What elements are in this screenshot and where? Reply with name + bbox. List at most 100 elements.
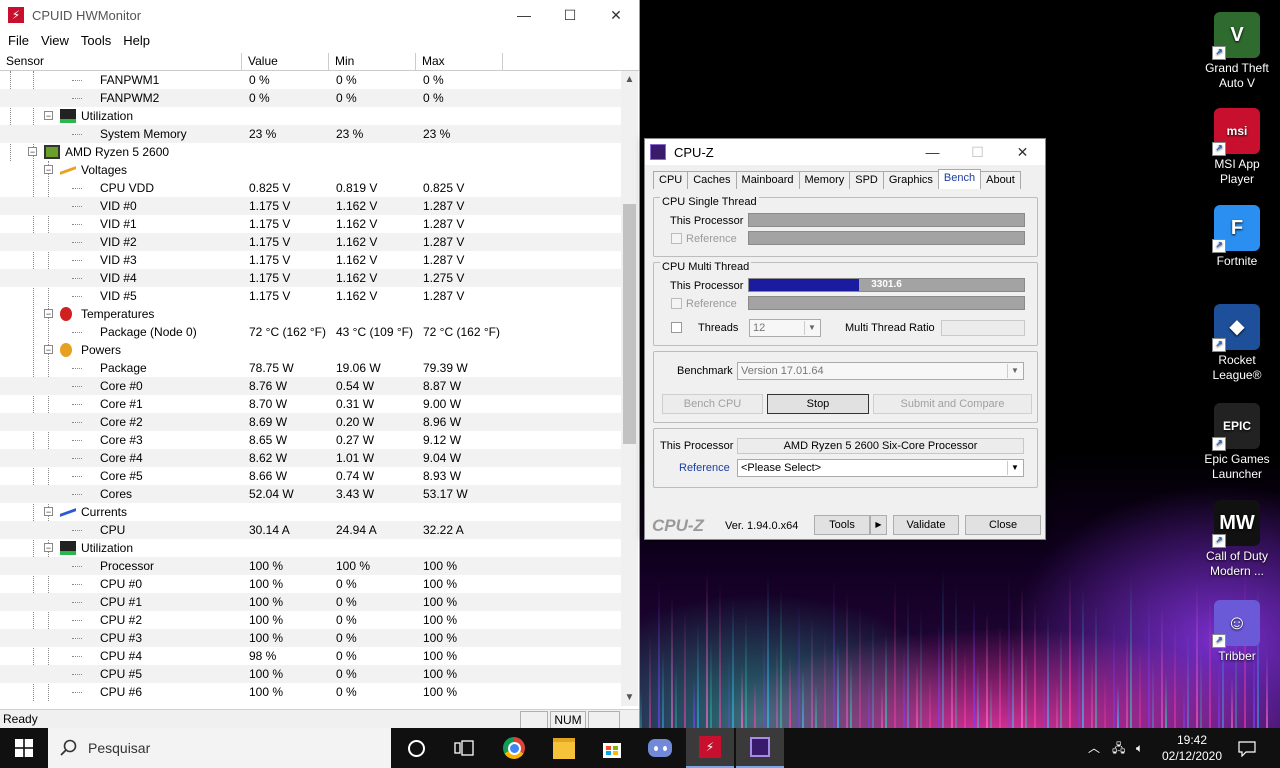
- tools-dropdown-arrow-icon[interactable]: ▶: [870, 515, 887, 535]
- menu-tools[interactable]: Tools: [75, 33, 117, 48]
- group-row[interactable]: − Currents: [0, 503, 621, 521]
- sensor-row[interactable]: Core #1 8.70 W 0.31 W 9.00 W: [0, 395, 621, 413]
- microsoft-store-icon[interactable]: [588, 728, 636, 768]
- cortana-icon[interactable]: [392, 728, 440, 768]
- minimize-button[interactable]: —: [501, 0, 547, 30]
- collapse-toggle-icon[interactable]: −: [44, 507, 53, 517]
- collapse-toggle-icon[interactable]: −: [44, 309, 53, 319]
- maximize-button[interactable]: ☐: [547, 0, 593, 30]
- cpuz-close-button[interactable]: ✕: [1000, 139, 1045, 165]
- hwmonitor-taskbar-icon[interactable]: ⚡: [686, 728, 734, 768]
- scrollbar-thumb[interactable]: [623, 204, 636, 444]
- notifications-icon[interactable]: [1238, 728, 1256, 768]
- tab-about[interactable]: About: [980, 171, 1021, 189]
- collapse-toggle-icon[interactable]: −: [44, 345, 53, 355]
- scroll-down-arrow-icon[interactable]: ▼: [621, 689, 638, 706]
- cpuz-taskbar-icon[interactable]: [736, 728, 784, 768]
- column-value[interactable]: Value: [242, 53, 329, 70]
- sensor-row[interactable]: VID #4 1.175 V 1.162 V 1.275 V: [0, 269, 621, 287]
- network-icon[interactable]: 🖧: [1112, 728, 1125, 768]
- sensor-row[interactable]: Core #5 8.66 W 0.74 W 8.93 W: [0, 467, 621, 485]
- sensor-row[interactable]: FANPWM1 0 % 0 % 0 %: [0, 71, 621, 89]
- group-row[interactable]: − Utilization: [0, 107, 621, 125]
- vertical-scrollbar[interactable]: ▲ ▼: [621, 71, 638, 706]
- sensor-row[interactable]: Package 78.75 W 19.06 W 79.39 W: [0, 359, 621, 377]
- menu-view[interactable]: View: [35, 33, 75, 48]
- desktop-shortcut[interactable]: MW ↗ Call of Duty Modern ...: [1198, 500, 1276, 579]
- show-hidden-icons-chevron-icon[interactable]: ︿: [1088, 728, 1100, 768]
- cpuz-close-bottom-button[interactable]: Close: [965, 515, 1041, 535]
- file-explorer-icon[interactable]: [540, 728, 588, 768]
- collapse-toggle-icon[interactable]: −: [44, 111, 53, 121]
- sensor-row[interactable]: CPU #4 98 % 0 % 100 %: [0, 647, 621, 665]
- sensor-row[interactable]: VID #0 1.175 V 1.162 V 1.287 V: [0, 197, 621, 215]
- sensor-row[interactable]: Core #3 8.65 W 0.27 W 9.12 W: [0, 431, 621, 449]
- menu-file[interactable]: File: [2, 33, 35, 48]
- discord-icon[interactable]: [636, 728, 684, 768]
- close-button[interactable]: ✕: [593, 0, 639, 30]
- tab-caches[interactable]: Caches: [687, 171, 737, 189]
- stop-button[interactable]: Stop: [767, 394, 869, 414]
- chrome-icon[interactable]: [490, 728, 538, 768]
- sensor-row[interactable]: CPU #3 100 % 0 % 100 %: [0, 629, 621, 647]
- sensor-row[interactable]: VID #3 1.175 V 1.162 V 1.287 V: [0, 251, 621, 269]
- sensor-row[interactable]: CPU #0 100 % 0 % 100 %: [0, 575, 621, 593]
- sensor-row[interactable]: CPU #2 100 % 0 % 100 %: [0, 611, 621, 629]
- menu-help[interactable]: Help: [117, 33, 156, 48]
- desktop-shortcut[interactable]: V ↗ Grand Theft Auto V: [1198, 12, 1276, 91]
- tools-button[interactable]: Tools: [814, 515, 870, 535]
- task-view-icon[interactable]: [440, 728, 488, 768]
- column-max[interactable]: Max: [416, 53, 503, 70]
- sensor-row[interactable]: Package (Node 0) 72 °C (162 °F) 43 °C (109…: [0, 323, 621, 341]
- sensor-row[interactable]: Cores 52.04 W 3.43 W 53.17 W: [0, 485, 621, 503]
- tab-bench[interactable]: Bench: [937, 169, 982, 189]
- sensor-row[interactable]: System Memory 23 % 23 % 23 %: [0, 125, 621, 143]
- sensor-row[interactable]: Processor 100 % 100 % 100 %: [0, 557, 621, 575]
- volume-icon[interactable]: 🔈︎: [1136, 728, 1143, 768]
- sensor-row[interactable]: CPU VDD 0.825 V 0.819 V 0.825 V: [0, 179, 621, 197]
- sensor-row[interactable]: Core #0 8.76 W 0.54 W 8.87 W: [0, 377, 621, 395]
- scroll-up-arrow-icon[interactable]: ▲: [621, 71, 638, 88]
- sensor-row[interactable]: CPU #5 100 % 0 % 100 %: [0, 665, 621, 683]
- desktop-shortcut[interactable]: ☺ ↗ Tribber: [1198, 600, 1276, 664]
- reference-select[interactable]: <Please Select> ▼: [737, 459, 1024, 477]
- tab-spd[interactable]: SPD: [849, 171, 884, 189]
- sensor-row[interactable]: Core #2 8.69 W 0.20 W 8.96 W: [0, 413, 621, 431]
- collapse-toggle-icon[interactable]: −: [28, 147, 37, 157]
- sensor-row[interactable]: VID #5 1.175 V 1.162 V 1.287 V: [0, 287, 621, 305]
- cpuz-titlebar[interactable]: CPU-Z — ☐ ✕: [645, 139, 1045, 165]
- tab-cpu[interactable]: CPU: [653, 171, 689, 189]
- validate-button[interactable]: Validate: [893, 515, 959, 535]
- group-row[interactable]: − Voltages: [0, 161, 621, 179]
- column-min[interactable]: Min: [329, 53, 416, 70]
- sensor-row[interactable]: FANPWM2 0 % 0 % 0 %: [0, 89, 621, 107]
- sensor-row[interactable]: CPU 30.14 A 24.94 A 32.22 A: [0, 521, 621, 539]
- threads-checkbox[interactable]: [671, 322, 682, 333]
- collapse-toggle-icon[interactable]: −: [44, 543, 53, 553]
- group-row[interactable]: − Utilization: [0, 539, 621, 557]
- sensor-row[interactable]: CPU #1 100 % 0 % 100 %: [0, 593, 621, 611]
- tab-memory[interactable]: Memory: [798, 171, 851, 189]
- sensor-row[interactable]: VID #2 1.175 V 1.162 V 1.287 V: [0, 233, 621, 251]
- hwmonitor-titlebar[interactable]: ⚡ CPUID HWMonitor — ☐ ✕: [0, 0, 639, 30]
- desktop-shortcut[interactable]: EPIC ↗ Epic Games Launcher: [1198, 403, 1276, 482]
- sensor-row[interactable]: VID #1 1.175 V 1.162 V 1.287 V: [0, 215, 621, 233]
- tab-graphics[interactable]: Graphics: [882, 171, 939, 189]
- desktop-shortcut[interactable]: msi ↗ MSI App Player: [1198, 108, 1276, 187]
- column-sensor[interactable]: Sensor: [0, 53, 242, 70]
- chevron-down-icon[interactable]: ▼: [1007, 461, 1022, 475]
- collapse-toggle-icon[interactable]: −: [44, 165, 53, 175]
- desktop-shortcut[interactable]: ◆ ↗ Rocket League®: [1198, 304, 1276, 383]
- sensor-row[interactable]: CPU #6 100 % 0 % 100 %: [0, 683, 621, 701]
- start-button[interactable]: [0, 728, 48, 768]
- group-row[interactable]: − Temperatures: [0, 305, 621, 323]
- device-row[interactable]: − AMD Ryzen 5 2600: [0, 143, 621, 161]
- taskbar-search-box[interactable]: Pesquisar: [48, 728, 391, 768]
- sensor-tree[interactable]: FANPWM1 0 % 0 % 0 % FANPWM2 0 % 0 % 0 % − Utiliza…: [0, 71, 621, 706]
- tab-mainboard[interactable]: Mainboard: [735, 171, 800, 189]
- group-row[interactable]: − Powers: [0, 341, 621, 359]
- system-clock[interactable]: 19:42 02/12/2020: [1158, 732, 1226, 764]
- cpuz-minimize-button[interactable]: —: [910, 139, 955, 165]
- sensor-row[interactable]: Core #4 8.62 W 1.01 W 9.04 W: [0, 449, 621, 467]
- desktop-shortcut[interactable]: F ↗ Fortnite: [1198, 205, 1276, 269]
